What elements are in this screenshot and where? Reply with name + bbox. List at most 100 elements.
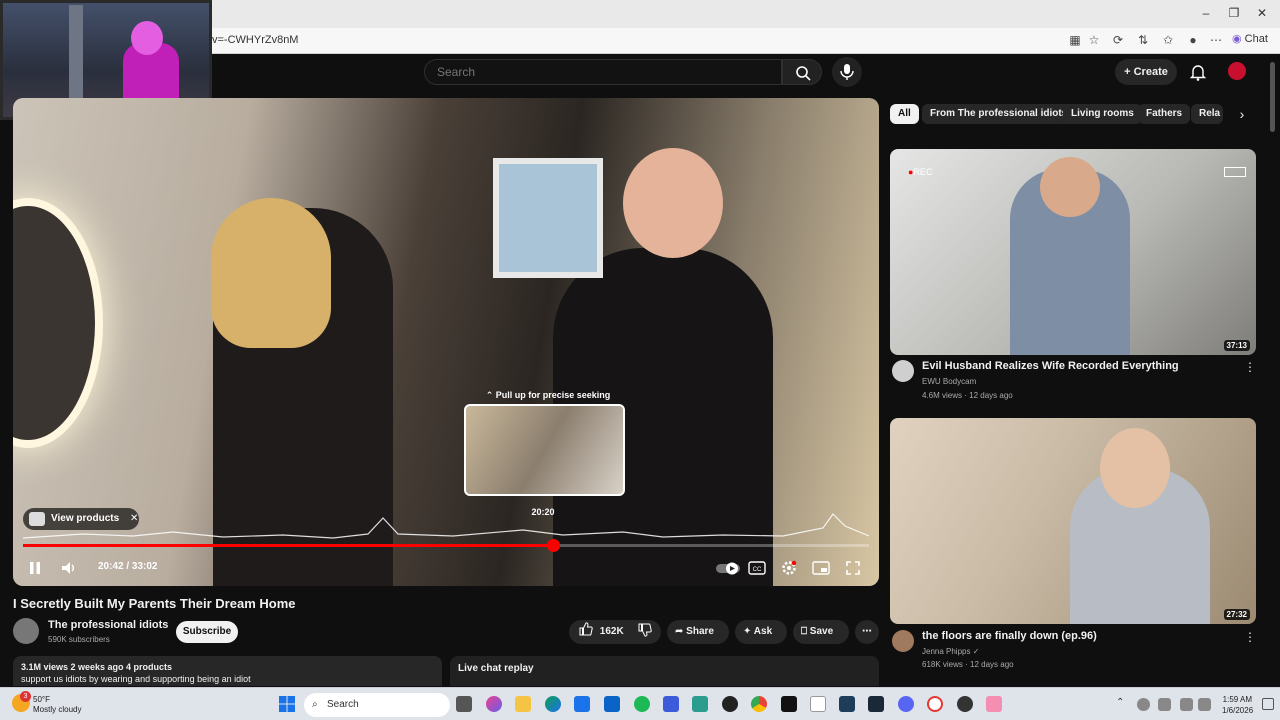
copilot-chat-button[interactable]: ◉ Chat: [1232, 32, 1268, 45]
chevron-up-icon[interactable]: ⌃: [1116, 697, 1124, 708]
split-screen-icon[interactable]: ⇅: [1134, 33, 1152, 49]
voice-search-button[interactable]: [832, 57, 862, 87]
captions-button[interactable]: CC: [747, 558, 767, 578]
extensions-icon[interactable]: ⟳: [1109, 33, 1127, 49]
microphone-icon: [840, 64, 854, 80]
notepad-icon[interactable]: [810, 696, 826, 712]
steam-icon[interactable]: [868, 696, 884, 712]
file-explorer-icon[interactable]: [515, 696, 531, 712]
more-horizontal-icon: ⋯: [862, 626, 872, 637]
rec-meta: 618K views · 12 days ago: [922, 660, 1014, 669]
pause-button[interactable]: [25, 558, 45, 578]
start-button[interactable]: [279, 696, 295, 712]
description-box[interactable]: 3.1M views 2 weeks ago 4 products suppor…: [13, 656, 442, 686]
like-count: 162K: [599, 626, 624, 637]
outlook-icon[interactable]: [604, 696, 620, 712]
chip-from-channel[interactable]: From The professional idiots: [922, 104, 1076, 124]
pause-icon: [30, 562, 40, 574]
notifications-button[interactable]: [1188, 62, 1208, 82]
save-button[interactable]: ⎕ Save: [793, 620, 849, 644]
speaker-icon[interactable]: [1198, 698, 1211, 711]
rec-badge: ●REC: [908, 167, 933, 177]
dislike-button[interactable]: [638, 623, 653, 637]
rec-channel[interactable]: EWU Bodycam: [922, 377, 976, 386]
sparkle-icon: ✦: [743, 626, 754, 637]
app-icon-1[interactable]: [663, 696, 679, 712]
maximize-button[interactable]: ❐: [1224, 6, 1244, 22]
task-view-icon[interactable]: [456, 696, 472, 712]
channel-avatar[interactable]: [13, 618, 39, 644]
chip-related[interactable]: Rela: [1191, 104, 1223, 124]
taskbar-search[interactable]: ⌕ Search: [304, 693, 450, 717]
thumb-face: [1100, 428, 1170, 508]
app-icon-2[interactable]: [692, 696, 708, 712]
store-icon[interactable]: [574, 696, 590, 712]
chips-next-button[interactable]: ›: [1232, 104, 1252, 124]
autoplay-toggle[interactable]: [715, 558, 741, 578]
account-avatar[interactable]: [1228, 62, 1246, 80]
edge-icon[interactable]: [545, 696, 561, 712]
capcut-icon[interactable]: [839, 696, 855, 712]
more-menu-icon[interactable]: ⋯: [1207, 33, 1225, 49]
app-icon-4[interactable]: [957, 696, 973, 712]
search-button[interactable]: [782, 59, 822, 85]
rec-menu-button[interactable]: ⋮: [1244, 630, 1256, 644]
search-input[interactable]: [425, 60, 781, 84]
autoplay-icon: [716, 562, 740, 575]
tray-icon-1[interactable]: [1137, 698, 1150, 711]
channel-avatar-ewu[interactable]: [892, 360, 914, 382]
chip-living-rooms[interactable]: Living rooms: [1063, 104, 1142, 124]
chrome-icon[interactable]: [751, 696, 767, 712]
subscriber-count: 590K subscribers: [48, 635, 110, 644]
volume-icon: [62, 562, 74, 574]
more-actions-button[interactable]: ⋯: [855, 620, 879, 644]
channel-name[interactable]: The professional idiots: [48, 619, 168, 631]
channel-avatar-jenna[interactable]: [892, 630, 914, 652]
discord-icon[interactable]: [898, 696, 914, 712]
live-chat-replay[interactable]: Live chat replay: [450, 656, 879, 686]
fullscreen-icon: [846, 561, 860, 575]
like-button[interactable]: 162K: [579, 622, 626, 637]
url-text[interactable]: v=-CWHYrZv8nM: [212, 34, 298, 46]
subscribe-button[interactable]: Subscribe: [176, 621, 238, 643]
chip-all[interactable]: All: [890, 104, 919, 124]
network-icon[interactable]: [1180, 698, 1193, 711]
opera-icon[interactable]: [927, 696, 943, 712]
rec-thumbnail[interactable]: ●REC 37:13: [890, 149, 1256, 355]
notification-center-icon[interactable]: [1262, 698, 1274, 710]
video-player[interactable]: ⌃ Pull up for precise seeking 20:20 View…: [13, 98, 879, 586]
profile-icon[interactable]: ●: [1184, 33, 1202, 49]
favorite-star-icon[interactable]: ☆: [1085, 33, 1103, 49]
app-icon-5[interactable]: [986, 696, 1002, 712]
close-window-button[interactable]: ✕: [1252, 6, 1272, 22]
weather-condition[interactable]: Mostly cloudy: [33, 705, 81, 714]
weather-temperature[interactable]: 50°F: [33, 695, 50, 704]
ask-button[interactable]: ✦ Ask: [735, 620, 787, 644]
obs-icon[interactable]: [722, 696, 738, 712]
rec-channel[interactable]: Jenna Phipps ✓: [922, 647, 979, 656]
favorites-icon[interactable]: ✩: [1159, 33, 1177, 49]
miniplayer-button[interactable]: [811, 558, 831, 578]
settings-button[interactable]: [779, 558, 799, 578]
app-icon-3[interactable]: [781, 696, 797, 712]
minimize-button[interactable]: –: [1196, 6, 1216, 22]
copilot-icon[interactable]: [486, 696, 502, 712]
share-button[interactable]: ➦ Share: [667, 620, 729, 644]
thumb-face: [1040, 157, 1100, 217]
rec-thumbnail[interactable]: 27:32: [890, 418, 1256, 624]
reader-icon[interactable]: ▦: [1066, 33, 1084, 49]
fullscreen-button[interactable]: [843, 558, 863, 578]
miniplayer-icon: [812, 561, 830, 575]
system-clock[interactable]: 1:59 AM 1/6/2026: [1222, 694, 1253, 716]
search-box[interactable]: [424, 59, 782, 85]
rec-title[interactable]: the floors are finally down (ep.96): [922, 630, 1242, 642]
chip-fathers[interactable]: Fathers: [1138, 104, 1191, 124]
spotify-icon[interactable]: [634, 696, 650, 712]
microphone-tray-icon[interactable]: [1158, 698, 1171, 711]
rec-title[interactable]: Evil Husband Realizes Wife Recorded Ever…: [922, 360, 1242, 372]
page-scrollbar[interactable]: [1270, 62, 1275, 132]
create-button[interactable]: + Create: [1115, 59, 1177, 85]
volume-button[interactable]: [59, 558, 79, 578]
progress-bar[interactable]: [23, 539, 869, 552]
rec-menu-button[interactable]: ⋮: [1244, 360, 1256, 374]
